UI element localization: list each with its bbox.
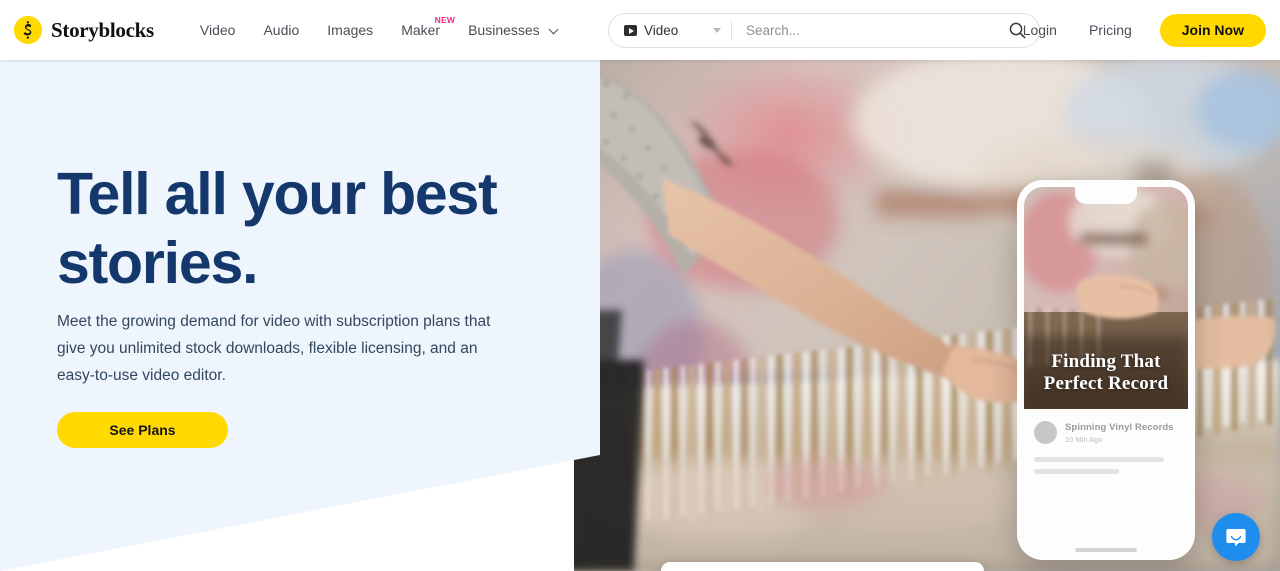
nav-item-video[interactable]: Video: [186, 14, 250, 46]
nav-label: Audio: [263, 22, 300, 38]
nav-item-audio[interactable]: Audio: [249, 14, 313, 46]
phone-home-indicator: [1075, 548, 1137, 552]
nav-label: Images: [327, 22, 374, 38]
video-play-icon: [624, 25, 637, 36]
phone-mockup: Finding That Perfect Record Spinning Vin…: [1017, 180, 1195, 560]
header-actions: Login Pricing Join Now: [1007, 0, 1266, 60]
brand-logo[interactable]: Storyblocks: [14, 16, 154, 44]
phone-video-title: Finding That Perfect Record: [1043, 351, 1169, 394]
new-badge: NEW: [434, 15, 456, 25]
phone-post-meta: Spinning Vinyl Records 10 Min Ago: [1024, 409, 1188, 444]
intercom-chat-icon[interactable]: [1212, 513, 1260, 561]
storyblocks-logo-icon: [14, 16, 42, 44]
placeholder-line: [1034, 457, 1164, 462]
hero-subtitle: Meet the growing demand for video with s…: [57, 313, 491, 384]
storyblocks-homepage: Storyblocks Video Audio Images Maker NEW…: [0, 0, 1280, 571]
main-nav: Video Audio Images Maker NEW Businesses: [186, 14, 571, 46]
avatar: [1034, 421, 1057, 444]
brand-name: Storyblocks: [51, 17, 154, 42]
phone-notch: [1075, 187, 1137, 204]
search-input[interactable]: [732, 23, 995, 38]
post-timestamp: 10 Min Ago: [1065, 434, 1103, 444]
search-bar: Video: [608, 13, 1040, 48]
site-header: Storyblocks Video Audio Images Maker NEW…: [0, 0, 1280, 60]
search-type-label: Video: [644, 23, 679, 38]
page-title: Tell all your best stories.: [57, 161, 498, 296]
phone-video-preview: Finding That Perfect Record: [1024, 187, 1188, 409]
chevron-down-icon: [548, 24, 559, 35]
pricing-link[interactable]: Pricing: [1073, 14, 1148, 46]
login-link[interactable]: Login: [1007, 14, 1073, 46]
nav-item-maker[interactable]: Maker NEW: [387, 14, 456, 46]
placeholder-line: [1034, 469, 1119, 474]
audio-player-card: Lofi Beats: [661, 562, 984, 571]
post-title: Spinning Vinyl Records: [1065, 421, 1174, 433]
join-now-button[interactable]: Join Now: [1159, 13, 1266, 47]
chevron-down-icon: [713, 28, 721, 33]
nav-item-images[interactable]: Images: [313, 14, 387, 46]
nav-label: Businesses: [468, 22, 540, 38]
nav-label: Video: [199, 22, 236, 38]
hero-section: Tell all your best stories. Meet the gro…: [0, 60, 1280, 571]
see-plans-button[interactable]: See Plans: [57, 412, 228, 448]
search-type-dropdown[interactable]: Video: [609, 14, 731, 47]
nav-item-businesses[interactable]: Businesses: [454, 14, 570, 46]
